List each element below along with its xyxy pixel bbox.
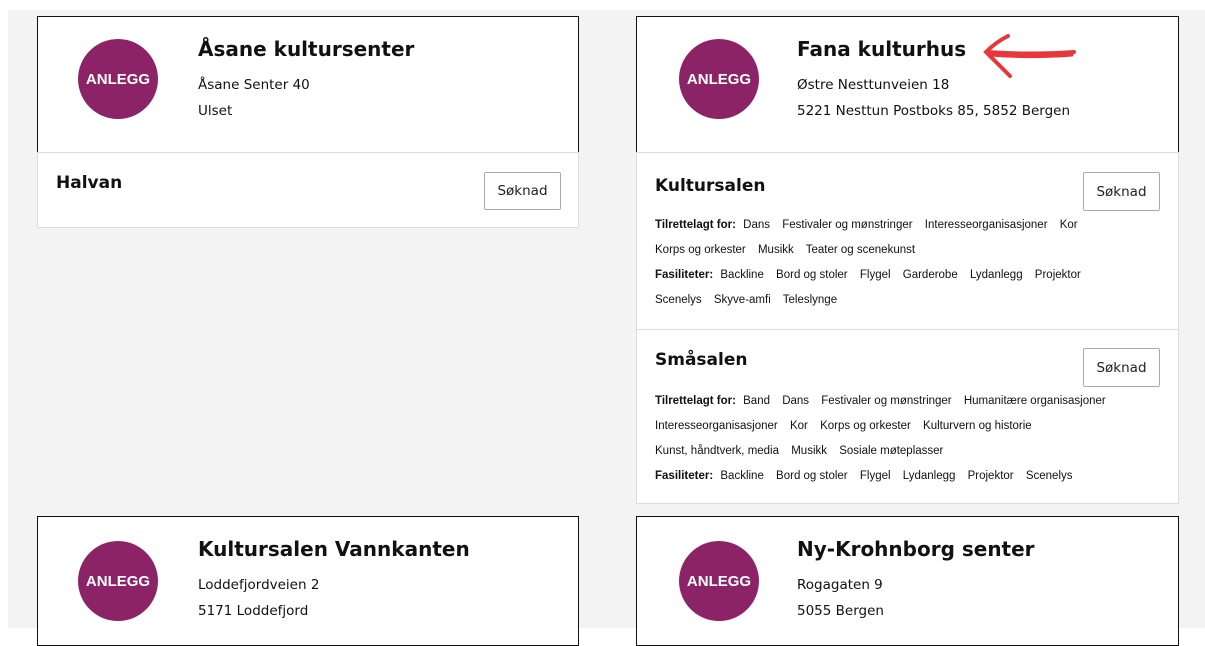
tilrettelagt-label: Tilrettelagt for:	[655, 395, 736, 407]
facility-address-line1: Østre Nesttunveien 18	[797, 77, 950, 93]
facility-address-line1: Åsane Senter 40	[198, 77, 310, 93]
facility-card-fana[interactable]: ANLEGG Fana kulturhus Østre Nesttunveien…	[636, 16, 1179, 153]
facility-address-line1: Rogagaten 9	[797, 577, 883, 593]
tag: Backline	[720, 269, 764, 281]
anlegg-badge: ANLEGG	[679, 39, 759, 119]
tag: Scenelys	[1025, 470, 1073, 482]
facility-address-line2: 5221 Nesttun Postboks 85, 5852 Bergen	[797, 103, 1071, 119]
tilrettelagt-row: Interesseorganisasjoner Kor Korps og ork…	[655, 420, 1041, 432]
tag: Skyve-amfi	[713, 294, 771, 306]
tag: Band	[743, 395, 770, 407]
tag: Lydanlegg	[902, 470, 956, 482]
red-arrow-annotation	[983, 34, 1076, 78]
anlegg-badge: ANLEGG	[679, 541, 759, 621]
venue-title: Småsalen	[655, 350, 748, 370]
venue-divider	[637, 329, 1178, 330]
venue-title: Halvan	[56, 173, 123, 193]
tilrettelagt-row: Tilrettelagt for: Dans Festivaler og møn…	[655, 219, 1087, 231]
tilrettelagt-row: Korps og orkester Musikk Teater og scene…	[655, 244, 924, 256]
soknad-button[interactable]: Søknad	[1083, 172, 1160, 211]
fasiliteter-row: Fasiliteter: Backline Bord og stoler Fly…	[655, 269, 1090, 281]
facility-address-line1: Loddefjordveien 2	[198, 577, 320, 593]
fasiliteter-label: Fasiliteter:	[655, 470, 714, 482]
tag: Teleslynge	[782, 294, 838, 306]
fasiliteter-label: Fasiliteter:	[655, 269, 714, 281]
tag: Flygel	[859, 470, 891, 482]
tag: Korps og orkester	[655, 244, 746, 256]
tag: Bord og stoler	[776, 470, 848, 482]
tag: Teater og scenekunst	[805, 244, 916, 256]
tag: Korps og orkester	[820, 420, 911, 432]
tag: Sosiale møteplasser	[839, 445, 944, 457]
facility-address-line2: 5171 Loddefjord	[198, 603, 309, 619]
tag: Bord og stoler	[776, 269, 848, 281]
tag: Dans	[782, 395, 810, 407]
tag: Interesseorganisasjoner	[655, 420, 778, 432]
facility-title[interactable]: Kultursalen Vannkanten	[198, 537, 470, 561]
tag: Musikk	[757, 244, 794, 256]
tilrettelagt-row: Tilrettelagt for: Band Dans Festivaler o…	[655, 395, 1115, 407]
facility-address-line2: 5055 Bergen	[797, 603, 884, 619]
tag: Humanitære organisasjoner	[963, 395, 1106, 407]
tag: Kor	[789, 420, 808, 432]
tag: Projektor	[967, 470, 1014, 482]
facility-card-asane[interactable]: ANLEGG Åsane kultursenter Åsane Senter 4…	[37, 16, 579, 153]
tag: Festivaler og mønstringer	[782, 219, 913, 231]
soknad-button[interactable]: Søknad	[1083, 348, 1160, 387]
tag: Kor	[1059, 219, 1078, 231]
fasiliteter-row: Fasiliteter: Backline Bord og stoler Fly…	[655, 470, 1082, 482]
anlegg-badge: ANLEGG	[78, 39, 158, 119]
anlegg-badge: ANLEGG	[78, 541, 158, 621]
tag: Festivaler og mønstringer	[821, 395, 952, 407]
venue-title: Kultursalen	[655, 176, 766, 196]
facility-card-vannkanten[interactable]: ANLEGG Kultursalen Vannkanten Loddefjord…	[37, 516, 579, 646]
tag: Scenelys	[655, 294, 702, 306]
facility-title[interactable]: Åsane kultursenter	[198, 37, 414, 61]
tag: Interesseorganisasjoner	[924, 219, 1048, 231]
tag: Kunst, håndtverk, media	[655, 445, 780, 457]
tag: Garderobe	[902, 269, 958, 281]
facility-title[interactable]: Fana kulturhus	[797, 37, 966, 61]
venue-panel-fana: Kultursalen Søknad Tilrettelagt for: Dan…	[636, 152, 1179, 504]
facility-card-ny-krohnborg[interactable]: ANLEGG Ny-Krohnborg senter Rogagaten 9 5…	[636, 516, 1179, 646]
tilrettelagt-row: Kunst, håndtverk, media Musikk Sosiale m…	[655, 445, 952, 457]
tag: Backline	[720, 470, 764, 482]
tilrettelagt-label: Tilrettelagt for:	[655, 219, 736, 231]
fasiliteter-row: Scenelys Skyve-amfi Teleslynge	[655, 294, 846, 306]
facility-address-line2: Ulset	[198, 103, 233, 119]
facility-title[interactable]: Ny-Krohnborg senter	[797, 537, 1035, 561]
tag: Lydanlegg	[969, 269, 1023, 281]
soknad-button[interactable]: Søknad	[484, 172, 561, 210]
tag: Kulturvern og historie	[923, 420, 1032, 432]
tag: Projektor	[1034, 269, 1081, 281]
venue-panel-halvan: Halvan Søknad	[37, 152, 579, 228]
tag: Musikk	[791, 445, 827, 457]
tag: Flygel	[859, 269, 891, 281]
tag: Dans	[743, 219, 770, 231]
